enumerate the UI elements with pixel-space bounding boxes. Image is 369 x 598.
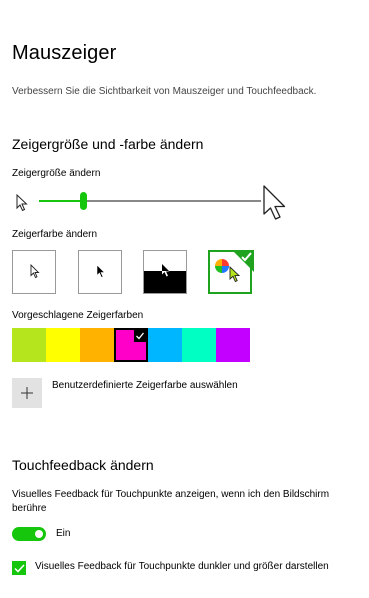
pointer-color-black-option[interactable] (78, 250, 122, 294)
pointer-color-custom-option[interactable] (208, 250, 254, 294)
color-wheel-icon (215, 259, 229, 273)
pointer-size-label: Zeigergröße ändern (12, 168, 101, 179)
color-swatch[interactable] (148, 328, 182, 362)
slider-fill (39, 200, 84, 202)
add-custom-color-button[interactable] (12, 378, 42, 408)
page-description: Verbessern Sie die Sichtbarkeit von Maus… (12, 86, 317, 97)
pointer-size-slider[interactable] (12, 185, 292, 222)
pointer-size-color-heading: Zeigergröße und -farbe ändern (12, 136, 204, 152)
small-cursor-icon (16, 194, 28, 212)
custom-cursor-icon (229, 266, 241, 283)
color-swatch[interactable] (114, 328, 148, 362)
suggested-colors-label: Vorgeschlagene Zeigerfarben (12, 310, 144, 321)
touch-feedback-toggle[interactable] (12, 527, 46, 541)
plus-icon (21, 387, 33, 399)
touch-feedback-description: Visuelles Feedback für Touchpunkte anzei… (12, 489, 330, 514)
large-cursor-icon (263, 185, 286, 220)
pointer-color-label: Zeigerfarbe ändern (12, 229, 98, 240)
swatch-check-icon (134, 330, 146, 342)
pointer-color-white-option[interactable] (12, 250, 56, 294)
add-custom-color-label[interactable]: Benutzerdefinierte Zeigerfarbe auswählen (52, 380, 238, 391)
color-swatch[interactable] (182, 328, 216, 362)
inverted-cursor-icon (162, 264, 170, 277)
color-swatch[interactable] (80, 328, 114, 362)
color-swatch[interactable] (216, 328, 250, 362)
color-swatch[interactable] (46, 328, 80, 362)
color-swatch[interactable] (12, 328, 46, 362)
toggle-knob (35, 530, 43, 538)
touch-feedback-heading: Touchfeedback ändern (12, 457, 154, 473)
slider-thumb[interactable] (80, 192, 88, 210)
check-icon (13, 563, 25, 573)
darker-feedback-checkbox[interactable] (12, 561, 26, 575)
darker-feedback-label[interactable]: Visuelles Feedback für Touchpunkte dunkl… (35, 560, 335, 573)
black-cursor-icon (96, 264, 106, 278)
page-title: Mauszeiger (12, 42, 117, 64)
suggested-colors-row (12, 328, 250, 362)
toggle-state-label: Ein (56, 528, 71, 539)
pointer-color-inverted-option[interactable] (143, 250, 187, 294)
white-cursor-icon (30, 264, 40, 279)
